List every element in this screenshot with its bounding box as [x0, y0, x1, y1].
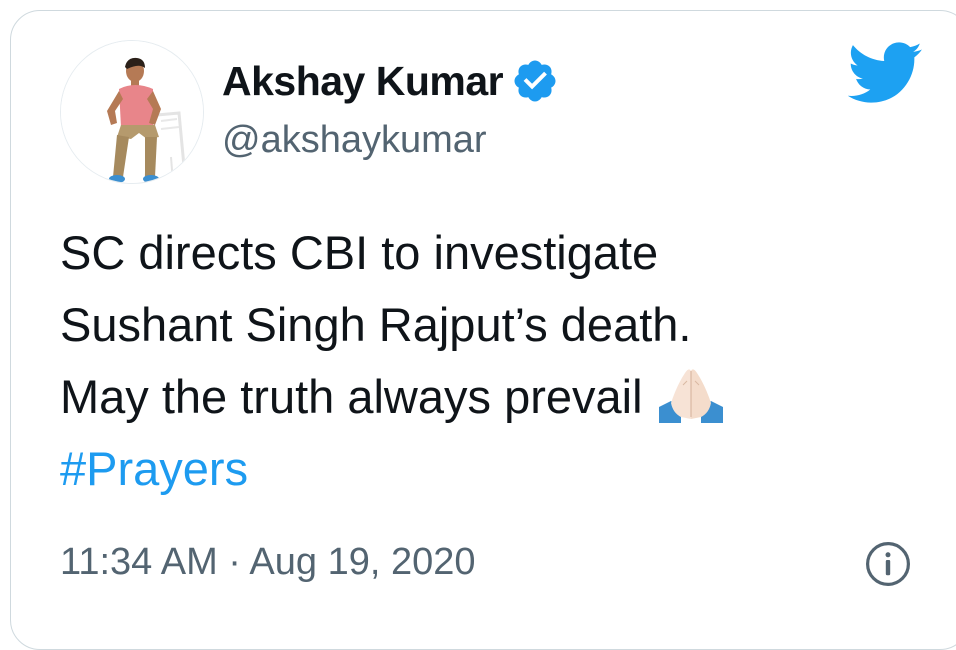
tweet-text-line-3: May the truth always prevail	[60, 361, 727, 433]
tweet-time[interactable]: 11:34 AM	[60, 541, 218, 583]
tweet-text-line-2: Sushant Singh Rajput’s death.	[60, 298, 692, 351]
twitter-bird-icon[interactable]	[848, 42, 922, 104]
tweet-text-line-3-text: May the truth always prevail	[60, 370, 643, 423]
tweet-text-line-1: SC directs CBI to investigate	[60, 226, 659, 279]
author-display-name[interactable]: Akshay Kumar	[222, 56, 504, 106]
folded-hands-emoji-icon	[655, 367, 727, 423]
tweet-timestamp[interactable]: 11:34 AM · Aug 19, 2020	[60, 537, 476, 587]
meta-separator: ·	[228, 541, 241, 583]
hashtag-link[interactable]: #Prayers	[60, 433, 727, 505]
author-avatar[interactable]	[60, 40, 204, 184]
avatar-photo	[61, 41, 203, 183]
author-handle[interactable]: @akshaykumar	[222, 116, 487, 164]
info-icon[interactable]	[864, 540, 912, 588]
author-name-row[interactable]: Akshay Kumar	[222, 56, 559, 106]
tweet-date[interactable]: Aug 19, 2020	[249, 541, 475, 583]
tweet-text: SC directs CBI to investigate Sushant Si…	[60, 217, 727, 505]
verified-badge-icon	[514, 60, 556, 102]
